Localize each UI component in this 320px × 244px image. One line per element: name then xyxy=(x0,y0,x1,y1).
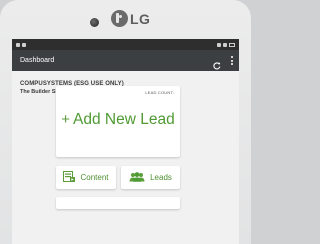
signal-icon xyxy=(22,42,26,47)
leads-button[interactable]: Leads xyxy=(121,166,180,189)
usb-icon xyxy=(16,42,20,47)
brand-logo: LG xyxy=(111,10,150,27)
add-new-lead-button[interactable]: LEAD COUNT: + Add New Lead xyxy=(56,86,180,157)
overflow-menu-icon[interactable] xyxy=(230,56,233,65)
lead-count: LEAD COUNT: xyxy=(145,90,174,95)
people-icon xyxy=(129,169,145,187)
add-new-lead-label: Add New Lead xyxy=(73,111,175,128)
partial-card[interactable] xyxy=(56,197,180,209)
app-bar: Dashboard xyxy=(12,50,239,71)
lg-logo-icon xyxy=(111,10,128,27)
status-bar xyxy=(12,39,239,50)
content-button[interactable]: Content xyxy=(56,166,116,189)
battery-icon xyxy=(229,42,235,47)
brand-name: LG xyxy=(130,10,151,27)
wifi-icon xyxy=(223,42,227,47)
lead-count-label: LEAD COUNT: xyxy=(145,90,174,95)
tablet-frame: LG Dashboard COMPUSYSTEMS (ESG USE ONLY)… xyxy=(0,0,251,244)
front-camera xyxy=(90,18,99,27)
bluetooth-icon xyxy=(217,42,221,47)
refresh-icon[interactable] xyxy=(213,57,221,69)
leads-label: Leads xyxy=(150,173,172,182)
content-label: Content xyxy=(80,173,109,182)
content-icon xyxy=(63,169,76,187)
page-title: Dashboard xyxy=(20,57,55,64)
plus-icon: + xyxy=(61,111,71,129)
